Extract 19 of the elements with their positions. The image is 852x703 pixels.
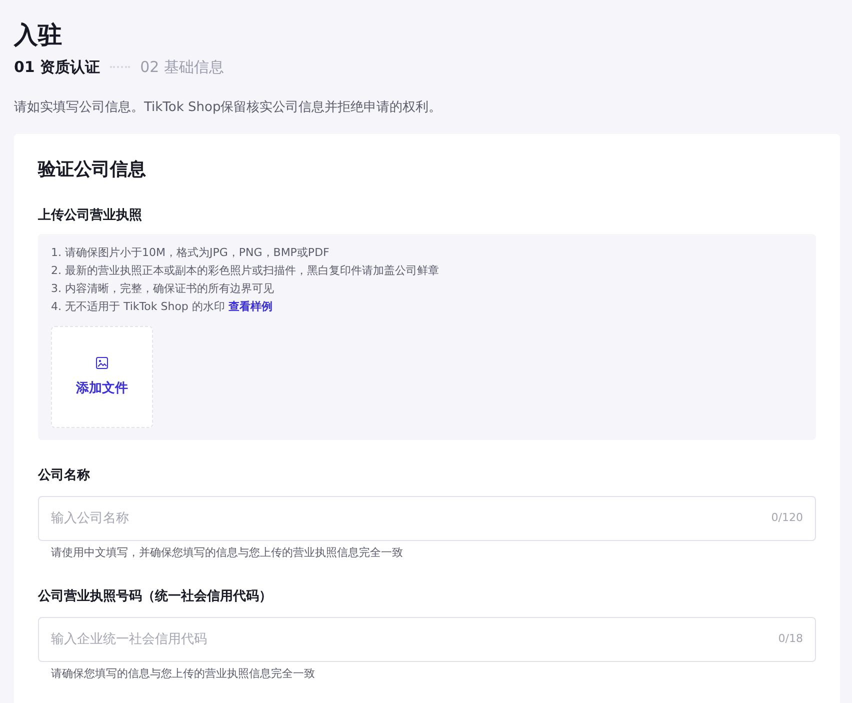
- instruction-text: 2. 最新的营业执照正本或副本的彩色照片或扫描件，黑白复印件请加盖公司鲜章: [51, 263, 440, 279]
- page-title: 入驻: [14, 20, 63, 51]
- image-icon: [96, 357, 108, 369]
- sample-link[interactable]: 查看样例: [228, 300, 272, 313]
- card-title: 验证公司信息: [38, 158, 147, 182]
- character-counter: 0/120: [771, 511, 803, 525]
- help-text: 请确保您填写的信息与您上传的营业执照信息完全一致: [51, 666, 316, 682]
- step-label: 02 基础信息: [140, 58, 224, 76]
- instruction-text: 3. 内容清晰，完整，确保证书的所有边界可见: [51, 281, 275, 297]
- notice-text: 请如实填写公司信息。TikTok Shop保留核实公司信息并拒绝申请的权利。: [14, 99, 443, 117]
- step-label: 01 资质认证: [14, 58, 100, 76]
- instruction-text: 4. 无不适用于 TikTok Shop 的水印: [51, 300, 226, 313]
- help-text: 请使用中文填写，并确保您填写的信息与您上传的营业执照信息完全一致: [51, 545, 404, 561]
- add-file-button[interactable]: 添加文件: [51, 326, 153, 428]
- field-label: 公司营业执照号码（统一社会信用代码）: [38, 588, 273, 606]
- field-label: 公司名称: [38, 467, 91, 485]
- character-counter: 0/18: [778, 632, 803, 646]
- instruction-text: 1. 请确保图片小于10M，格式为JPG，PNG，BMP或PDF: [51, 245, 330, 261]
- field-label: 上传公司营业执照: [38, 207, 143, 225]
